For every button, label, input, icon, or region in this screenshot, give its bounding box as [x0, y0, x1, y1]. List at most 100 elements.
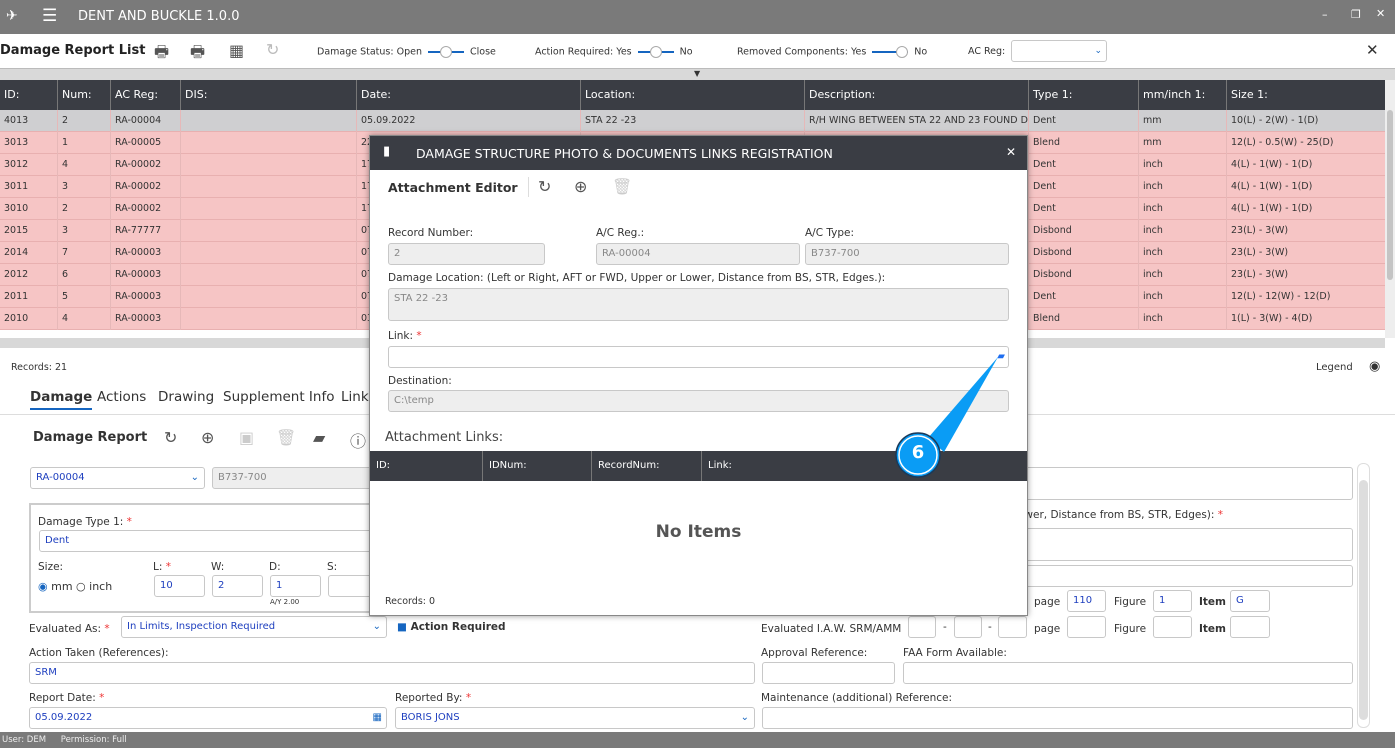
- location-extra-input[interactable]: [1010, 565, 1353, 587]
- table-cell: 1(L) - 3(W) - 4(D): [1226, 308, 1385, 330]
- table-cell: [180, 308, 356, 330]
- column-header[interactable]: Size 1:: [1226, 80, 1385, 110]
- column-header[interactable]: Date:: [356, 80, 580, 110]
- column-header[interactable]: AC Reg:: [110, 80, 180, 110]
- item-input[interactable]: G: [1230, 590, 1270, 612]
- report-date-input[interactable]: 05.09.2022 ▦: [29, 707, 387, 729]
- location-label: ower, Distance from BS, STR, Edges):: [1018, 509, 1215, 521]
- table-cell: 4013: [4, 115, 29, 126]
- refresh-icon[interactable]: ↻: [164, 428, 177, 447]
- actype-field: B737-700: [805, 243, 1009, 265]
- save-icon[interactable]: ▣: [239, 428, 254, 447]
- acreg-select[interactable]: RA-00004 ⌄: [30, 467, 205, 489]
- eye-icon[interactable]: ◉: [1369, 359, 1380, 374]
- add-icon[interactable]: ⊕: [201, 428, 214, 447]
- removed-components-toggle[interactable]: [872, 46, 909, 58]
- records-count: Records: 21: [11, 362, 68, 373]
- action-required-checkbox[interactable]: ■: [397, 621, 407, 633]
- damage-type-select[interactable]: Dent: [39, 530, 374, 552]
- form-title: Damage Report: [33, 430, 148, 445]
- length-input[interactable]: 10: [154, 575, 205, 597]
- s-input[interactable]: [328, 575, 373, 597]
- column-header[interactable]: Type 1:: [1028, 80, 1138, 110]
- calendar-icon[interactable]: ▦: [373, 708, 382, 728]
- depth-input[interactable]: 1: [270, 575, 321, 597]
- reported-by-select[interactable]: BORIS JONS ⌄: [395, 707, 755, 729]
- inch-radio[interactable]: ○: [76, 580, 86, 593]
- column-header[interactable]: Description:: [804, 80, 1028, 110]
- faa-form-input[interactable]: [903, 662, 1353, 684]
- dialog-close-button[interactable]: ✕: [1006, 145, 1016, 159]
- page-input[interactable]: 110: [1067, 590, 1106, 612]
- tab-damage[interactable]: Damage: [30, 389, 93, 410]
- table-cell: [180, 264, 356, 286]
- delete-icon[interactable]: 🗑: [612, 177, 632, 196]
- restore-button[interactable]: ❐: [1351, 8, 1361, 21]
- vertical-scrollbar[interactable]: [1385, 80, 1395, 338]
- links-records-count: Records: 0: [385, 596, 436, 607]
- tab-actions[interactable]: Actions: [97, 389, 146, 405]
- figure-label: Figure: [1114, 623, 1147, 635]
- action-required-toggle[interactable]: [637, 46, 674, 58]
- item-input-2[interactable]: [1230, 616, 1270, 638]
- list-toolbar: Damage Report List 🖶 🖶 ▦ ↻ Damage Status…: [0, 34, 1395, 68]
- maintenance-reference-input[interactable]: [762, 707, 1353, 729]
- table-cell: 4(L) - 1(W) - 1(D): [1226, 176, 1385, 198]
- tab-drawing[interactable]: Drawing: [158, 389, 214, 405]
- column-header[interactable]: DIS:: [180, 80, 356, 110]
- collapse-strip[interactable]: ▼: [0, 68, 1395, 80]
- table-cell: Disbond: [1028, 220, 1138, 242]
- print-preview-icon[interactable]: 🖶: [190, 41, 205, 68]
- print-icon[interactable]: 🖶: [154, 41, 169, 68]
- column-header[interactable]: mm/inch 1:: [1138, 80, 1226, 110]
- action-taken-input[interactable]: SRM: [29, 662, 755, 684]
- approval-reference-input[interactable]: [762, 662, 895, 684]
- ay-note: A/Y 2.00: [270, 598, 300, 606]
- table-cell: Dent: [1028, 110, 1138, 132]
- table-cell: STA 22 -23: [580, 110, 804, 132]
- width-input[interactable]: 2: [212, 575, 263, 597]
- damage-status-toggle[interactable]: [428, 46, 464, 58]
- legend-label[interactable]: Legend: [1316, 362, 1353, 373]
- evaluated-select[interactable]: In Limits, Inspection Required ⌄: [121, 616, 387, 638]
- table-cell: 3010: [4, 203, 29, 214]
- no-items-message: No Items: [655, 522, 742, 542]
- col-recordnum: RecordNum:: [591, 451, 659, 481]
- figure-input-2[interactable]: [1153, 616, 1192, 638]
- table-row[interactable]: 4013 2 RA-00004 05.09.2022 STA 22 -23 R/H WIN…: [0, 110, 1385, 132]
- refresh-icon[interactable]: ↻: [266, 40, 279, 59]
- column-header[interactable]: ID:: [0, 80, 57, 110]
- close-window-button[interactable]: ✕: [1376, 7, 1385, 20]
- figure-input[interactable]: 1: [1153, 590, 1192, 612]
- tab-supplement-info[interactable]: Supplement Info: [223, 389, 334, 405]
- form-scrollbar[interactable]: [1357, 463, 1370, 728]
- hamburger-menu-icon[interactable]: ☰: [42, 6, 57, 26]
- size-label: Size:: [38, 561, 64, 573]
- location-input[interactable]: [1010, 528, 1353, 561]
- refresh-icon[interactable]: ↻: [538, 177, 551, 196]
- record-number-label: Record Number:: [388, 227, 474, 239]
- close-panel-button[interactable]: ✕: [1366, 41, 1379, 59]
- export-excel-icon[interactable]: ▦: [229, 41, 244, 60]
- tab-link[interactable]: Link: [341, 389, 369, 405]
- app-title: DENT AND BUCKLE 1.0.0: [78, 9, 240, 24]
- column-header[interactable]: Location:: [580, 80, 804, 110]
- d-label: D:: [269, 561, 281, 573]
- description-input[interactable]: [1010, 467, 1353, 500]
- add-icon[interactable]: ⊕: [574, 177, 587, 196]
- table-cell: inch: [1138, 308, 1226, 330]
- figure-label: Figure: [1114, 596, 1147, 608]
- iaw-chapter-input[interactable]: [908, 616, 936, 638]
- acreg-filter-select[interactable]: ⌄: [1011, 40, 1107, 62]
- iaw-subject-input[interactable]: [998, 616, 1027, 638]
- mm-radio[interactable]: ◉: [38, 580, 48, 593]
- status-permission: Permission: Full: [60, 735, 127, 745]
- delete-icon[interactable]: 🗑: [276, 428, 296, 447]
- iaw-section-input[interactable]: [954, 616, 982, 638]
- info-icon[interactable]: ⓘ: [350, 428, 366, 452]
- page-input-2[interactable]: [1067, 616, 1106, 638]
- acreg-label: A/C Reg.:: [596, 227, 645, 239]
- folder-icon[interactable]: ▰: [313, 428, 325, 447]
- column-header[interactable]: Num:: [57, 80, 110, 110]
- minimize-button[interactable]: –: [1322, 8, 1328, 21]
